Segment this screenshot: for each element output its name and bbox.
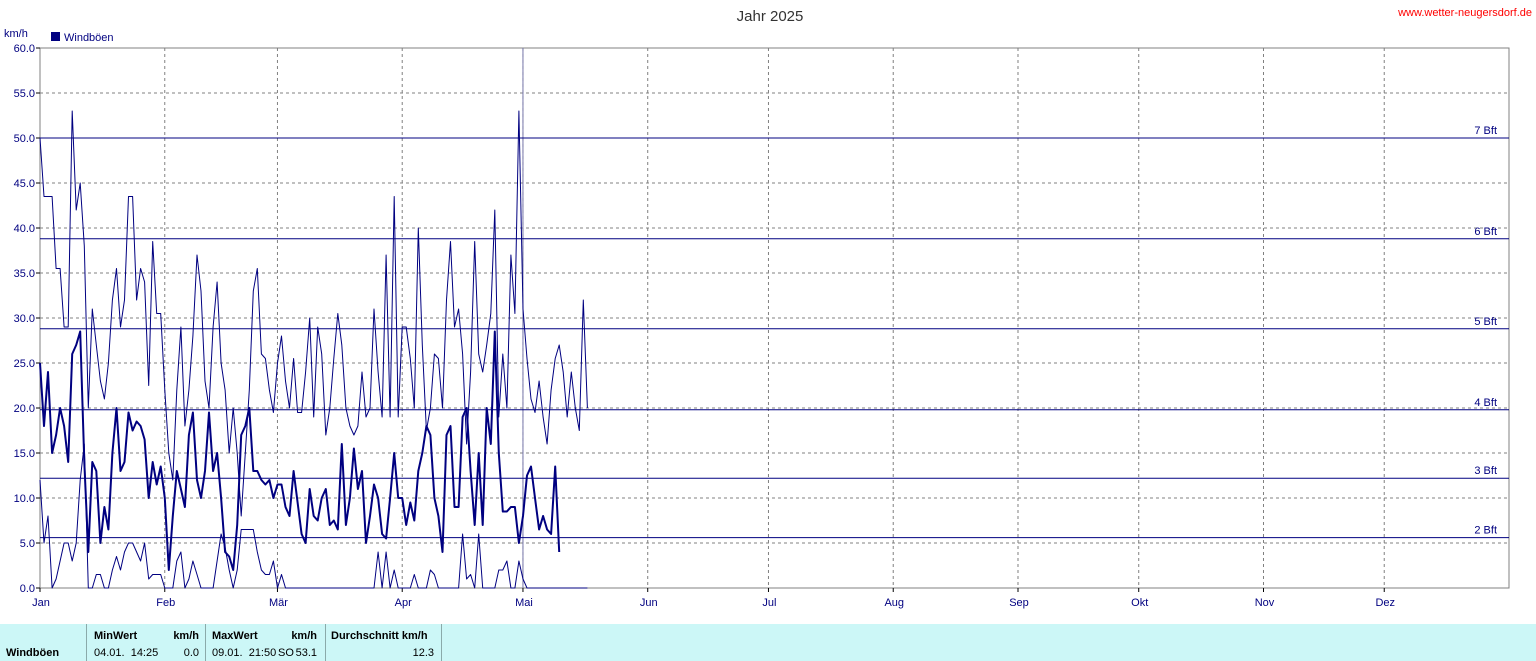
min-header: MinWert — [94, 630, 138, 642]
max-value: 53.1 — [295, 647, 317, 659]
beaufort-label: 7 Bft — [1474, 125, 1497, 137]
y-tick-label: 0.0 — [20, 583, 35, 595]
y-tick-label: 35.0 — [14, 268, 35, 280]
y-tick-label: 15.0 — [14, 448, 35, 460]
x-tick-label: Sep — [1009, 597, 1029, 609]
x-tick-label: Mär — [269, 597, 288, 609]
stats-row-label-cell: Windböen — [0, 624, 87, 661]
x-tick-label: Feb — [156, 597, 175, 609]
legend-swatch — [51, 32, 60, 41]
y-tick-label: 40.0 — [14, 223, 35, 235]
min-value: 0.0 — [183, 647, 199, 659]
min-time: 04.01. 14:25 — [94, 647, 159, 659]
x-tick-label: Jan — [32, 597, 50, 609]
y-tick-label: 25.0 — [14, 358, 35, 370]
stats-min-cell: MinWert km/h 04.01. 14:25 0.0 — [87, 624, 206, 661]
beaufort-label: 3 Bft — [1474, 465, 1497, 477]
statistics-panel: Windböen MinWert km/h 04.01. 14:25 0.0 M… — [0, 624, 1536, 661]
wind-chart: Jahr 2025 www.wetter-neugersdorf.de km/h… — [4, 7, 1532, 609]
x-tick-label: Apr — [395, 597, 412, 609]
y-tick-label: 55.0 — [14, 88, 35, 100]
avg-value: 12.3 — [412, 647, 434, 659]
stats-row-label: Windböen — [6, 647, 60, 659]
min-unit: km/h — [173, 630, 199, 642]
max-unit: km/h — [291, 630, 317, 642]
x-tick-label: Dez — [1375, 597, 1395, 609]
beaufort-label: 2 Bft — [1474, 525, 1497, 537]
x-tick-label: Jul — [762, 597, 776, 609]
beaufort-label: 6 Bft — [1474, 226, 1497, 238]
x-tick-label: Mai — [515, 597, 533, 609]
chart-title: Jahr 2025 — [737, 8, 804, 25]
y-tick-label: 45.0 — [14, 178, 35, 190]
avg-header: Durchschnitt km/h — [331, 630, 428, 642]
stats-avg-cell: Durchschnitt km/h 12.3 — [326, 624, 442, 661]
y-tick-label: 30.0 — [14, 313, 35, 325]
x-tick-label: Aug — [884, 597, 904, 609]
y-tick-label: 50.0 — [14, 133, 35, 145]
max-header: MaxWert — [212, 630, 258, 642]
y-tick-label: 5.0 — [20, 538, 35, 550]
site-url: www.wetter-neugersdorf.de — [1397, 7, 1532, 19]
x-tick-label: Nov — [1255, 597, 1275, 609]
legend-label: Windböen — [64, 32, 114, 44]
max-time: 09.01. 21:50 — [212, 647, 277, 659]
beaufort-label: 4 Bft — [1474, 397, 1497, 409]
y-axis-unit: km/h — [4, 28, 28, 40]
y-tick-label: 10.0 — [14, 493, 35, 505]
y-tick-label: 60.0 — [14, 43, 35, 55]
x-tick-label: Okt — [1131, 597, 1148, 609]
beaufort-label: 5 Bft — [1474, 316, 1497, 328]
x-tick-label: Jun — [640, 597, 658, 609]
y-tick-label: 20.0 — [14, 403, 35, 415]
max-direction: SO — [278, 647, 294, 659]
stats-max-cell: MaxWert km/h 09.01. 21:50 SO 53.1 — [206, 624, 326, 661]
